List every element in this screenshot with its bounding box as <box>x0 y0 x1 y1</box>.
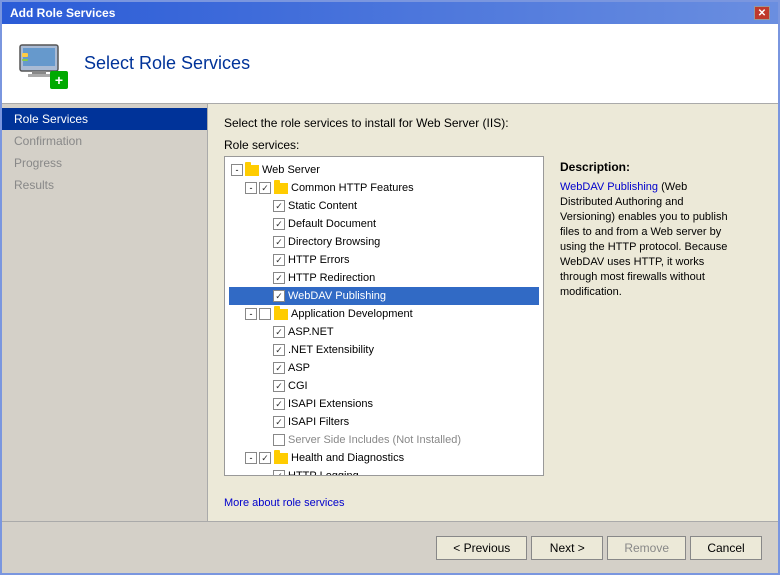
checkbox-http-redirect[interactable] <box>273 272 285 284</box>
window-title: Add Role Services <box>10 6 115 20</box>
expand-web-server[interactable]: - <box>231 164 243 176</box>
header-panel: + Select Role Services <box>2 24 778 104</box>
cancel-button[interactable]: Cancel <box>690 536 762 560</box>
tree-item-http-redirect[interactable]: HTTP Redirection <box>229 269 539 287</box>
next-button[interactable]: Next > <box>531 536 603 560</box>
tree-label: ASP.NET <box>288 324 334 340</box>
tree-item-default-doc[interactable]: Default Document <box>229 215 539 233</box>
tree-label: .NET Extensibility <box>288 342 374 358</box>
content-middle: - Web Server - Common HTTP Features <box>224 156 762 491</box>
description-body: (Web Distributed Authoring and Versionin… <box>560 181 728 298</box>
tree-item-common-http[interactable]: - Common HTTP Features <box>229 179 539 197</box>
tree-label: Default Document <box>288 216 376 232</box>
tree-item-dir-browsing[interactable]: Directory Browsing <box>229 233 539 251</box>
tree-item-webdav[interactable]: WebDAV Publishing <box>229 287 539 305</box>
checkbox-cgi[interactable] <box>273 380 285 392</box>
remove-button[interactable]: Remove <box>607 536 686 560</box>
header-title: Select Role Services <box>84 53 250 74</box>
plus-badge: + <box>50 71 68 89</box>
tree-item-isapi-filters[interactable]: ISAPI Filters <box>229 413 539 431</box>
sidebar-item-confirmation: Confirmation <box>2 130 207 152</box>
sidebar-item-progress: Progress <box>2 152 207 174</box>
tree-label: HTTP Logging <box>288 468 359 476</box>
checkbox-static-content[interactable] <box>273 200 285 212</box>
tree-label: ISAPI Filters <box>288 414 349 430</box>
tree-label: Static Content <box>288 198 357 214</box>
description-panel: Description: WebDAV Publishing (Web Dist… <box>556 156 741 491</box>
tree-item-server-side-includes[interactable]: Server Side Includes (Not Installed) <box>229 431 539 449</box>
checkbox-app-dev[interactable] <box>259 308 271 320</box>
checkbox-health-diag[interactable] <box>259 452 271 464</box>
bottom-bar: < Previous Next > Remove Cancel <box>2 521 778 573</box>
description-label: Description: <box>560 160 737 174</box>
content-area: Select the role services to install for … <box>208 104 778 521</box>
tree-item-static-content[interactable]: Static Content <box>229 197 539 215</box>
tree-item-cgi[interactable]: CGI <box>229 377 539 395</box>
more-about-role-services-link[interactable]: More about role services <box>224 497 762 509</box>
checkbox-default-doc[interactable] <box>273 218 285 230</box>
folder-icon-app-dev <box>274 309 288 320</box>
tree-label: Directory Browsing <box>288 234 380 250</box>
add-role-services-window: Add Role Services ✕ + Select Role Servic… <box>0 0 780 575</box>
role-services-label: Role services: <box>224 138 762 152</box>
close-button[interactable]: ✕ <box>754 6 770 20</box>
checkbox-aspnet[interactable] <box>273 326 285 338</box>
checkbox-asp[interactable] <box>273 362 285 374</box>
tree-label: Common HTTP Features <box>291 180 414 196</box>
tree-label: WebDAV Publishing <box>288 288 386 304</box>
tree-item-http-logging[interactable]: HTTP Logging <box>229 467 539 476</box>
main-content: Role Services Confirmation Progress Resu… <box>2 104 778 521</box>
sidebar-item-role-services[interactable]: Role Services <box>2 108 207 130</box>
tree-label: HTTP Errors <box>288 252 350 268</box>
tree-label: Application Development <box>291 306 413 322</box>
checkbox-http-logging[interactable] <box>273 470 285 476</box>
checkbox-net-ext[interactable] <box>273 344 285 356</box>
checkbox-dir-browsing[interactable] <box>273 236 285 248</box>
tree-item-app-dev[interactable]: - Application Development <box>229 305 539 323</box>
tree-label: Server Side Includes (Not Installed) <box>288 432 461 448</box>
sidebar: Role Services Confirmation Progress Resu… <box>2 104 208 521</box>
tree-label: ISAPI Extensions <box>288 396 373 412</box>
tree-item-net-ext[interactable]: .NET Extensibility <box>229 341 539 359</box>
tree-label: CGI <box>288 378 308 394</box>
title-bar: Add Role Services ✕ <box>2 2 778 24</box>
header-icon: + <box>18 39 68 89</box>
tree-item-asp[interactable]: ASP <box>229 359 539 377</box>
content-intro: Select the role services to install for … <box>224 116 762 130</box>
description-text: WebDAV Publishing (Web Distributed Autho… <box>560 180 737 300</box>
tree-label: HTTP Redirection <box>288 270 375 286</box>
tree-item-http-errors[interactable]: HTTP Errors <box>229 251 539 269</box>
checkbox-http-errors[interactable] <box>273 254 285 266</box>
expand-health-diag[interactable]: - <box>245 452 257 464</box>
folder-icon <box>245 165 259 176</box>
expand-app-dev[interactable]: - <box>245 308 257 320</box>
tree-item-health-diag[interactable]: - Health and Diagnostics <box>229 449 539 467</box>
tree-item-web-server[interactable]: - Web Server <box>229 161 539 179</box>
tree-panel[interactable]: - Web Server - Common HTTP Features <box>224 156 544 476</box>
tree-label: ASP <box>288 360 310 376</box>
expand-common-http[interactable]: - <box>245 182 257 194</box>
description-link[interactable]: WebDAV Publishing <box>560 181 658 193</box>
checkbox-webdav[interactable] <box>273 290 285 302</box>
tree-item-isapi-ext[interactable]: ISAPI Extensions <box>229 395 539 413</box>
folder-icon-health <box>274 453 288 464</box>
checkbox-isapi-ext[interactable] <box>273 398 285 410</box>
checkbox-server-side-includes[interactable] <box>273 434 285 446</box>
previous-button[interactable]: < Previous <box>436 536 527 560</box>
checkbox-common-http[interactable] <box>259 182 271 194</box>
tree-item-aspnet[interactable]: ASP.NET <box>229 323 539 341</box>
folder-icon-common <box>274 183 288 194</box>
tree-label: Health and Diagnostics <box>291 450 404 466</box>
sidebar-item-results: Results <box>2 174 207 196</box>
checkbox-isapi-filters[interactable] <box>273 416 285 428</box>
tree-label: Web Server <box>262 162 320 178</box>
